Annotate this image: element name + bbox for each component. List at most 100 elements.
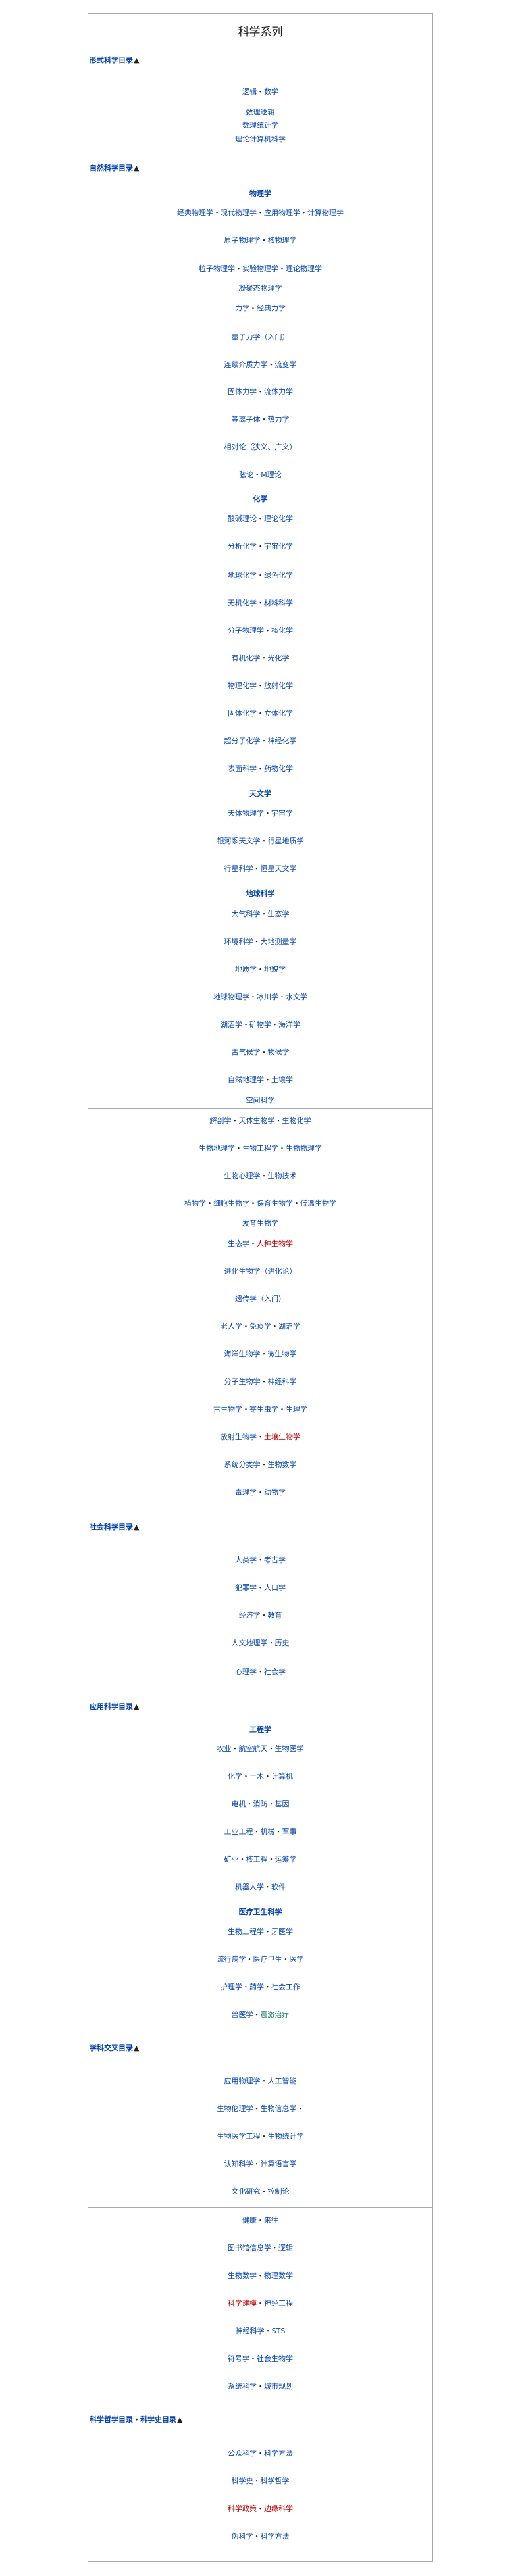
topic-link[interactable]: 机械 bbox=[261, 1827, 275, 1836]
topic-link[interactable]: 弦论 bbox=[239, 470, 253, 479]
topic-link[interactable]: 生物数学 bbox=[228, 2271, 257, 2280]
topic-link[interactable]: 软件 bbox=[271, 1883, 286, 1891]
topic-link[interactable]: 核物理学 bbox=[268, 236, 297, 245]
topic-link[interactable]: 生物伦理学 bbox=[217, 2104, 253, 2113]
topic-link[interactable]: 生物数学 bbox=[268, 1460, 297, 1469]
topic-link[interactable]: 科学方法 bbox=[261, 2532, 290, 2540]
topic-link[interactable]: 科学史 bbox=[232, 2477, 253, 2485]
topic-link[interactable]: 相对论（狭义、广义） bbox=[224, 443, 297, 451]
topic-link[interactable]: 历史 bbox=[275, 1639, 290, 1647]
topic-link[interactable]: 健康 bbox=[242, 2216, 257, 2225]
topic-link[interactable]: 动物学 bbox=[264, 1488, 286, 1497]
group-label-link[interactable]: 天文学 bbox=[249, 789, 271, 798]
topic-link[interactable]: 力学 bbox=[235, 304, 249, 312]
topic-link[interactable]: 免疫学 bbox=[249, 1322, 271, 1331]
topic-link[interactable]: 行星科学 bbox=[224, 864, 253, 873]
topic-link[interactable]: 绿色化学 bbox=[264, 571, 293, 580]
topic-link[interactable]: 电机 bbox=[232, 1800, 246, 1808]
topic-link[interactable]: 犯罪学 bbox=[235, 1583, 257, 1592]
topic-link[interactable]: 生物医学工程 bbox=[217, 2132, 261, 2141]
topic-link[interactable]: 银河系天文学 bbox=[217, 837, 261, 845]
topic-link[interactable]: 毒理学 bbox=[235, 1488, 257, 1497]
topic-link[interactable]: 流变学 bbox=[275, 360, 297, 369]
topic-link[interactable]: 等离子体 bbox=[232, 415, 261, 424]
topic-link[interactable]: 实验物理学 bbox=[242, 264, 278, 273]
topic-link[interactable]: 土壤学 bbox=[271, 1076, 293, 1084]
group-label-link[interactable]: 工程学 bbox=[249, 1725, 271, 1734]
section-header-link[interactable]: 社会科学目录 bbox=[90, 1523, 133, 1531]
topic-link[interactable]: 发育生物学 bbox=[242, 1219, 278, 1227]
topic-link[interactable]: 公众科学 bbox=[228, 2449, 257, 2458]
topic-link[interactable]: 兽医学 bbox=[232, 2010, 253, 2019]
topic-link[interactable]: STS bbox=[272, 2327, 286, 2335]
topic-link[interactable]: 地球化学 bbox=[228, 571, 257, 580]
topic-link[interactable]: 数学 bbox=[264, 87, 278, 96]
topic-link[interactable]: 湖沼学 bbox=[221, 1020, 242, 1029]
topic-link[interactable]: 核工程 bbox=[246, 1855, 268, 1864]
topic-link[interactable]: 宇宙学 bbox=[271, 809, 293, 818]
topic-link[interactable]: 人口学 bbox=[264, 1583, 286, 1592]
section-header-link[interactable]: 学科交叉目录 bbox=[90, 2044, 133, 2052]
topic-link[interactable]: 粒子物理学 bbox=[199, 264, 235, 273]
topic-link[interactable]: 伪科学 bbox=[232, 2532, 253, 2540]
topic-link[interactable]: 社会生物学 bbox=[257, 2354, 293, 2363]
collapse-triangle-icon[interactable]: ▲ bbox=[134, 1702, 139, 1711]
topic-link[interactable]: 遗传学（入门） bbox=[235, 1295, 286, 1303]
topic-link[interactable]: 计算语言学 bbox=[261, 2160, 297, 2168]
collapse-triangle-icon[interactable]: ▲ bbox=[134, 56, 139, 64]
topic-link[interactable]: 固体化学 bbox=[228, 709, 257, 718]
topic-link[interactable]: 经典物理学 bbox=[177, 209, 213, 217]
topic-link[interactable]: 固体力学 bbox=[228, 387, 257, 396]
topic-link[interactable]: 放射生物学 bbox=[221, 1433, 257, 1441]
topic-link[interactable]: 神经科学 bbox=[236, 2327, 265, 2335]
topic-link[interactable]: 矿物学 bbox=[249, 1020, 271, 1029]
topic-link[interactable]: 考古学 bbox=[264, 1556, 286, 1564]
topic-link[interactable]: 保育生物学 bbox=[257, 1199, 293, 1208]
topic-link[interactable]: 生物地理学 bbox=[199, 1144, 235, 1152]
topic-link[interactable]: 数理统计学 bbox=[242, 121, 278, 130]
topic-link[interactable]: 军事 bbox=[282, 1827, 297, 1836]
topic-link[interactable]: 图书馆信息学 bbox=[228, 2244, 271, 2252]
topic-link[interactable]: 应用物理学 bbox=[264, 209, 300, 217]
group-label-link[interactable]: 地球科学 bbox=[246, 889, 275, 898]
topic-link[interactable]: 核化学 bbox=[271, 626, 293, 635]
topic-link[interactable]: 生物信息学 bbox=[261, 2104, 297, 2113]
topic-link[interactable]: 文化研究 bbox=[232, 2187, 261, 2196]
topic-link[interactable]: 运筹学 bbox=[275, 1855, 297, 1864]
topic-link[interactable]: 控制论 bbox=[268, 2187, 290, 2196]
topic-link[interactable]: 医学 bbox=[290, 1955, 304, 1964]
section-header-link[interactable]: 自然科学目录 bbox=[90, 164, 133, 172]
topic-link[interactable]: 神经工程 bbox=[264, 2299, 293, 2308]
topic-link[interactable]: 行星地质学 bbox=[268, 837, 304, 845]
topic-link[interactable]: 凝聚态物理学 bbox=[239, 284, 282, 293]
topic-link[interactable]: 生物工程学 bbox=[242, 1144, 278, 1152]
topic-link[interactable]: 水文学 bbox=[286, 993, 307, 1001]
topic-link[interactable]: 自然地理学 bbox=[228, 1076, 264, 1084]
topic-link[interactable]: 土壤生物学 bbox=[264, 1433, 300, 1441]
topic-link[interactable]: 环境科学 bbox=[224, 937, 253, 946]
topic-link[interactable]: 热力学 bbox=[268, 415, 290, 424]
topic-link[interactable]: 护理学 bbox=[221, 1983, 242, 1991]
topic-link[interactable]: 放射化学 bbox=[264, 681, 293, 690]
topic-link[interactable]: 神经科学 bbox=[268, 1377, 297, 1386]
topic-link[interactable]: 心理学 bbox=[235, 1668, 257, 1676]
topic-link[interactable]: M理论 bbox=[261, 470, 282, 479]
topic-link[interactable]: 生物统计学 bbox=[268, 2132, 304, 2141]
topic-link[interactable]: 农业 bbox=[217, 1745, 232, 1753]
topic-link[interactable]: 计算物理学 bbox=[307, 209, 344, 217]
topic-link[interactable]: 药学 bbox=[249, 1983, 264, 1991]
topic-link[interactable]: 基因 bbox=[275, 1800, 290, 1808]
topic-link[interactable]: 化学 bbox=[228, 1772, 242, 1781]
topic-link[interactable]: 社会工作 bbox=[271, 1983, 300, 1991]
topic-link[interactable]: 湖沼学 bbox=[278, 1322, 300, 1331]
topic-link[interactable]: 物理化学 bbox=[228, 681, 257, 690]
topic-link[interactable]: 寄生虫学 bbox=[249, 1405, 278, 1414]
topic-link[interactable]: 来往 bbox=[264, 2216, 278, 2225]
topic-link[interactable]: 航空航天 bbox=[239, 1745, 268, 1753]
collapse-triangle-icon[interactable]: ▲ bbox=[134, 2044, 139, 2052]
topic-link[interactable]: 震激治疗 bbox=[261, 2010, 290, 2019]
topic-link[interactable]: 符号学 bbox=[228, 2354, 249, 2363]
topic-link[interactable]: 地貌学 bbox=[264, 965, 286, 974]
topic-link[interactable]: 立体化学 bbox=[264, 709, 293, 718]
topic-link[interactable]: 科学哲学 bbox=[261, 2477, 290, 2485]
